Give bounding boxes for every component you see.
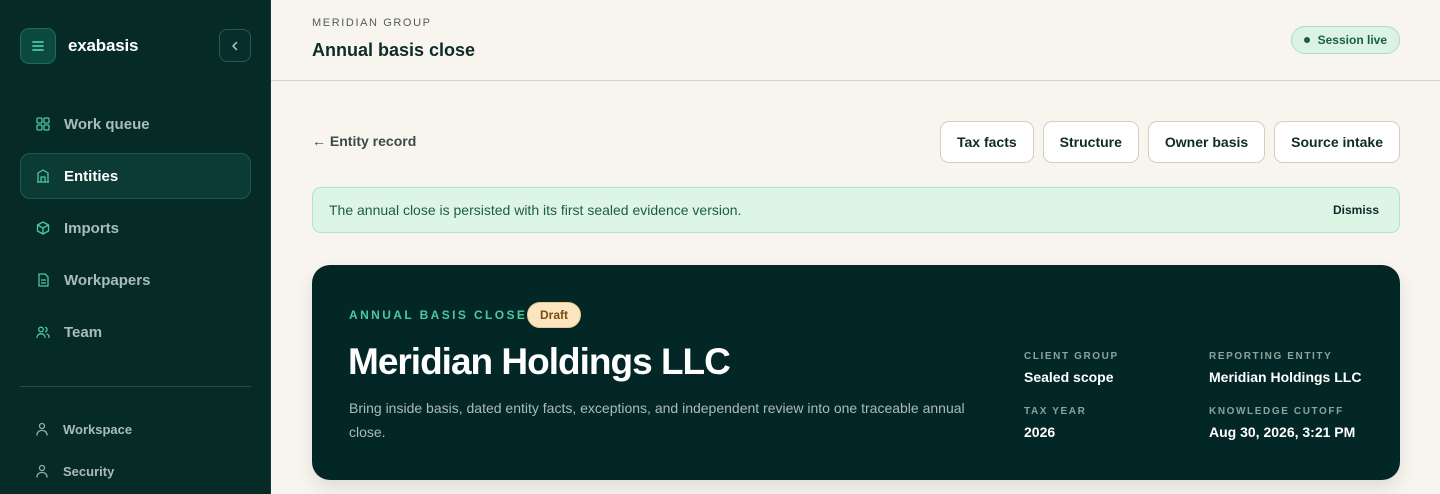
chevron-left-icon bbox=[232, 41, 238, 50]
page-title: Annual basis close bbox=[312, 40, 476, 60]
building-icon bbox=[36, 169, 50, 183]
tab-owner-basis[interactable]: Owner basis bbox=[1147, 121, 1266, 163]
status-dot-icon bbox=[1303, 37, 1310, 43]
sidebar-item-label: Workspace bbox=[63, 421, 133, 437]
sidebar-nav: Work queue Entities Imports Workpapers T… bbox=[20, 101, 251, 361]
page-header: MERIDIAN GROUP Annual basis close Sessio… bbox=[271, 0, 1440, 81]
entity-title: Meridian Holdings LLC bbox=[348, 341, 731, 382]
status-badge: Session live bbox=[1290, 26, 1400, 54]
sidebar-item-label: Entities bbox=[64, 167, 119, 185]
meta-tax-year: TAX YEAR 2026 bbox=[1024, 406, 1086, 440]
sidebar-item-label: Security bbox=[63, 463, 115, 479]
menu-icon[interactable] bbox=[20, 28, 56, 64]
sidebar-item-label: Work queue bbox=[64, 115, 150, 133]
dismiss-button[interactable]: Dismiss bbox=[1333, 203, 1379, 217]
sidebar-item-work-queue[interactable]: Work queue bbox=[20, 101, 251, 147]
alert-message: The annual close is persisted with its f… bbox=[329, 202, 742, 218]
sidebar-item-label: Team bbox=[64, 323, 103, 341]
person-icon bbox=[35, 464, 49, 478]
back-link[interactable]: ← Entity record bbox=[312, 133, 416, 149]
tab-tax-facts[interactable]: Tax facts bbox=[940, 121, 1034, 163]
hero-card: ANNUAL BASIS CLOSE Draft Meridian Holdin… bbox=[312, 265, 1400, 480]
users-icon bbox=[36, 325, 50, 339]
breadcrumb: MERIDIAN GROUP bbox=[312, 17, 432, 29]
brand: exabasis bbox=[20, 28, 138, 64]
meta-value: Meridian Holdings LLC bbox=[1209, 369, 1362, 385]
sidebar-item-workspace[interactable]: Workspace bbox=[20, 411, 251, 447]
hero-eyebrow: ANNUAL BASIS CLOSE bbox=[349, 308, 528, 322]
meta-label: KNOWLEDGE CUTOFF bbox=[1209, 406, 1344, 417]
meta-label: TAX YEAR bbox=[1024, 406, 1087, 417]
meta-label: CLIENT GROUP bbox=[1024, 351, 1119, 362]
collapse-sidebar-button[interactable] bbox=[219, 29, 251, 62]
document-icon bbox=[36, 273, 50, 287]
sidebar-item-team[interactable]: Team bbox=[20, 309, 251, 355]
meta-knowledge-cutoff: KNOWLEDGE CUTOFF Aug 30, 2026, 3:21 PM bbox=[1209, 406, 1355, 440]
meta-value: Sealed scope bbox=[1024, 369, 1114, 385]
hero-description: Bring inside basis, dated entity facts, … bbox=[349, 400, 965, 440]
sidebar-item-security[interactable]: Security bbox=[20, 453, 251, 489]
sidebar-item-label: Imports bbox=[64, 219, 120, 237]
success-alert: The annual close is persisted with its f… bbox=[312, 187, 1400, 233]
meta-client-group: CLIENT GROUP Sealed scope bbox=[1024, 351, 1119, 385]
meta-value: Aug 30, 2026, 3:21 PM bbox=[1209, 424, 1356, 440]
sidebar-item-label: Workpapers bbox=[64, 271, 151, 289]
sidebar-divider bbox=[20, 386, 251, 387]
sidebar-item-imports[interactable]: Imports bbox=[20, 205, 251, 251]
sidebar-secondary-nav: Workspace Security bbox=[20, 411, 251, 494]
meta-reporting-entity: REPORTING ENTITY Meridian Holdings LLC bbox=[1209, 351, 1361, 385]
meta-value: 2026 bbox=[1024, 424, 1056, 440]
sidebar: exabasis Work queue Entities Imports Wor… bbox=[0, 0, 271, 494]
box-icon bbox=[36, 221, 50, 235]
tab-structure[interactable]: Structure bbox=[1042, 121, 1139, 163]
sidebar-item-workpapers[interactable]: Workpapers bbox=[20, 257, 251, 303]
section-tabs: Tax facts Structure Owner basis Source i… bbox=[940, 121, 1400, 163]
sidebar-item-entities[interactable]: Entities bbox=[20, 153, 251, 199]
person-icon bbox=[35, 422, 49, 436]
grid-icon bbox=[36, 117, 50, 131]
draft-badge: Draft bbox=[527, 302, 582, 328]
status-badge-label: Session live bbox=[1317, 33, 1387, 47]
meta-label: REPORTING ENTITY bbox=[1209, 351, 1333, 362]
app-name: exabasis bbox=[68, 36, 139, 55]
tab-source-intake[interactable]: Source intake bbox=[1274, 121, 1400, 163]
